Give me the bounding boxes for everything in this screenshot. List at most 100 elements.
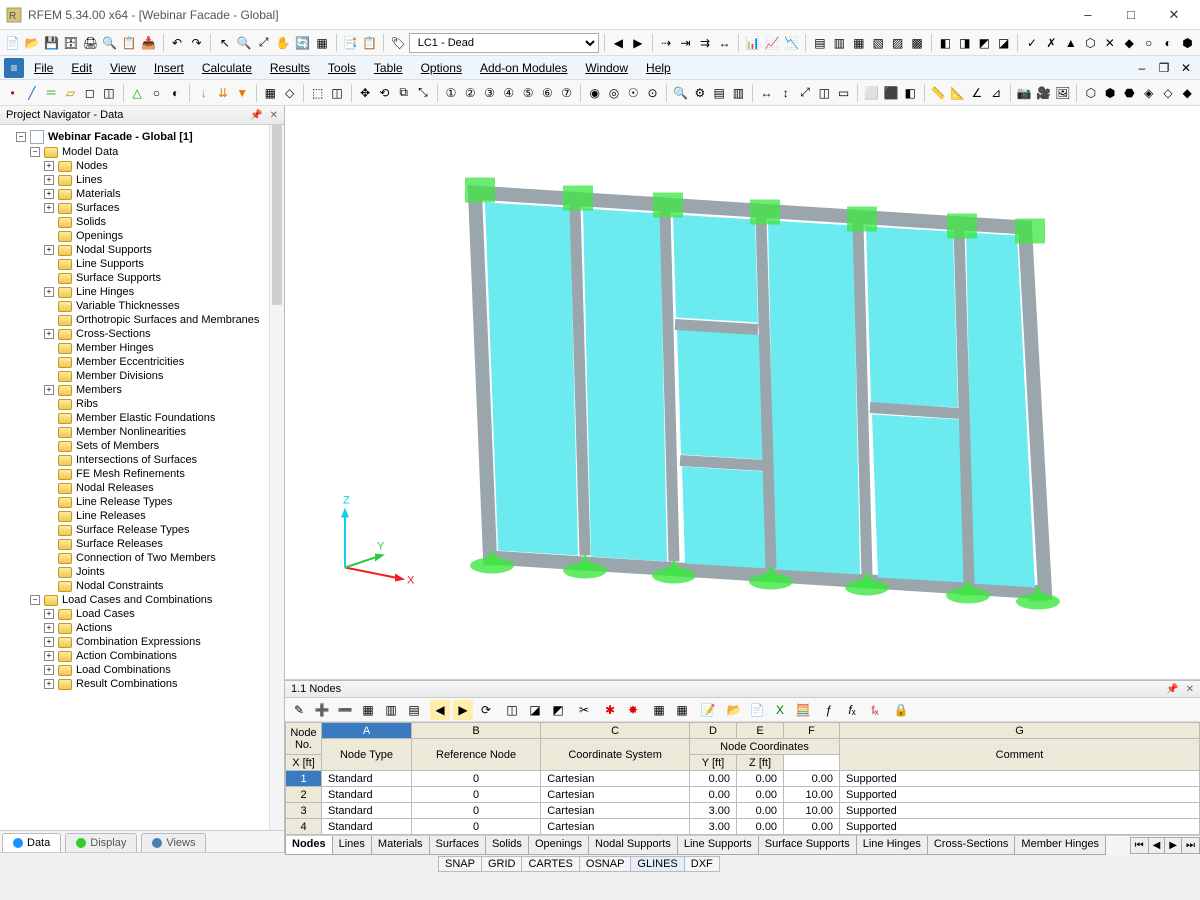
tree-item-label[interactable]: Lines	[76, 174, 102, 186]
module5-icon[interactable]: ▲	[1062, 33, 1079, 53]
twisty-icon[interactable]: +	[44, 175, 54, 185]
col5-icon[interactable]: ▨	[889, 33, 906, 53]
tree-item-label[interactable]: Surface Supports	[76, 272, 161, 284]
paste-icon[interactable]: 📥	[140, 33, 157, 53]
tbl-table-icon[interactable]: ▦	[358, 700, 378, 720]
meas1-icon[interactable]: 📏	[930, 83, 947, 103]
mdi-close-icon[interactable]: ✕	[1176, 58, 1196, 78]
module6-icon[interactable]: ⬡	[1082, 33, 1099, 53]
scrollbar-thumb[interactable]	[272, 125, 282, 305]
bottom-tab[interactable]: Line Supports	[677, 836, 759, 855]
open-icon[interactable]: 📂	[23, 33, 40, 53]
menu-insert[interactable]: Insert	[146, 59, 192, 77]
filter2-icon[interactable]: ⚙	[691, 83, 708, 103]
load-area-icon[interactable]: ▼	[234, 83, 251, 103]
prev-lc-icon[interactable]: ◀	[610, 33, 627, 53]
tree-item-label[interactable]: Surface Release Types	[76, 524, 190, 536]
twisty-icon[interactable]: +	[44, 385, 54, 395]
mdi-minimize-icon[interactable]: –	[1132, 58, 1152, 78]
twisty-icon[interactable]: −	[30, 147, 40, 157]
save-all-icon[interactable]: 🗄	[62, 33, 79, 53]
tbl-refresh-icon[interactable]: ⟳	[476, 700, 496, 720]
tree-item-label[interactable]: Ribs	[76, 398, 98, 410]
tree-item-label[interactable]: Nodal Constraints	[76, 580, 163, 592]
col1-icon[interactable]: ▤	[811, 33, 828, 53]
tbl-fx-icon[interactable]: fₓ	[842, 700, 862, 720]
tbl-calc-icon[interactable]: 🧮	[793, 700, 813, 720]
col-letter-c[interactable]: C	[541, 723, 690, 739]
tbl-star1-icon[interactable]: ✱	[600, 700, 620, 720]
tree-item-label[interactable]: Cross-Sections	[76, 328, 151, 340]
bottom-tab[interactable]: Surfaces	[429, 836, 486, 855]
col-letter-b[interactable]: B	[411, 723, 540, 739]
col-letter-e[interactable]: E	[737, 723, 784, 739]
misc4-icon[interactable]: ◈	[1140, 83, 1157, 103]
status-dxf[interactable]: DXF	[684, 856, 720, 872]
num-c-icon[interactable]: ③	[481, 83, 498, 103]
zoom-fit-icon[interactable]: ⤢	[255, 33, 272, 53]
status-cartes[interactable]: CARTES	[521, 856, 579, 872]
tbl-a-icon[interactable]: ◫	[502, 700, 522, 720]
rotate2-icon[interactable]: ⟲	[376, 83, 393, 103]
node-icon[interactable]: •	[4, 83, 21, 103]
misc2-icon[interactable]: ⬢	[1102, 83, 1119, 103]
num-b-icon[interactable]: ②	[462, 83, 479, 103]
module8-icon[interactable]: ◆	[1120, 33, 1137, 53]
twisty-icon[interactable]: +	[44, 623, 54, 633]
cam1-icon[interactable]: 📷	[1016, 83, 1033, 103]
zoom-window-icon[interactable]: 🔍	[236, 33, 253, 53]
navigator-tree[interactable]: −Webinar Facade - Global [1]−Model Data+…	[0, 125, 284, 830]
tree-item-label[interactable]: Openings	[76, 230, 123, 242]
bottom-tab[interactable]: Surface Supports	[758, 836, 857, 855]
close-button[interactable]: ✕	[1154, 1, 1194, 29]
support-icon[interactable]: △	[128, 83, 145, 103]
tree-item-label[interactable]: Intersections of Surfaces	[76, 454, 197, 466]
col-x[interactable]: X [ft]	[286, 755, 322, 771]
twisty-icon[interactable]: +	[44, 245, 54, 255]
vis1-icon[interactable]: ◉	[586, 83, 603, 103]
rotate-icon[interactable]: 🔄	[294, 33, 311, 53]
app-menu-icon[interactable]: ≡	[4, 58, 24, 78]
solid-icon[interactable]: ◫	[100, 83, 117, 103]
table-grid[interactable]: Node No. A B C D E F G Node Type Referen…	[285, 722, 1200, 835]
table-row[interactable]: 4Standard0Cartesian3.000.000.00Supported	[286, 819, 1200, 835]
mirror-icon[interactable]: ⧉	[395, 83, 412, 103]
tree-item-label[interactable]: Load Combinations	[76, 664, 171, 676]
surface-icon[interactable]: ▱	[62, 83, 79, 103]
tree-group-label[interactable]: Load Cases and Combinations	[62, 594, 212, 606]
filter3-icon[interactable]: ▤	[711, 83, 728, 103]
tbl-note-icon[interactable]: 📝	[698, 700, 718, 720]
menu-edit[interactable]: Edit	[63, 59, 100, 77]
bottom-tab[interactable]: Nodes	[285, 836, 333, 855]
tree-item-label[interactable]: Sets of Members	[76, 440, 159, 452]
col-refnode[interactable]: Reference Node	[411, 739, 540, 771]
cursor-icon[interactable]: ↖	[216, 33, 233, 53]
tbl-fx2-icon[interactable]: f̵ₓ	[865, 700, 885, 720]
tbl-exp1-icon[interactable]: 📂	[724, 700, 744, 720]
result-a-icon[interactable]: ⇢	[657, 33, 674, 53]
select2-icon[interactable]: ◫	[328, 83, 345, 103]
tree-item-label[interactable]: Member Hinges	[76, 342, 154, 354]
table-row[interactable]: 2Standard0Cartesian0.000.0010.00Supporte…	[286, 787, 1200, 803]
undo-icon[interactable]: ↶	[168, 33, 185, 53]
next-lc-icon[interactable]: ▶	[629, 33, 646, 53]
tbl-fn-icon[interactable]: ƒ	[819, 700, 839, 720]
dim5-icon[interactable]: ▭	[835, 83, 852, 103]
misc5-icon[interactable]: ◇	[1159, 83, 1176, 103]
opening-icon[interactable]: ◻	[81, 83, 98, 103]
minimize-button[interactable]: –	[1068, 1, 1108, 29]
bottom-tab[interactable]: Lines	[332, 836, 372, 855]
col-rowno[interactable]: Node No.	[286, 723, 322, 755]
twisty-icon[interactable]: +	[44, 609, 54, 619]
status-glines[interactable]: GLINES	[630, 856, 684, 872]
diag2-icon[interactable]: 📈	[763, 33, 780, 53]
col-comment[interactable]: Comment	[840, 739, 1200, 771]
dim2-icon[interactable]: ↕	[777, 83, 794, 103]
release-icon[interactable]: ◐	[167, 83, 184, 103]
loadcase-combo[interactable]: LC1 - Dead	[409, 33, 599, 53]
render3-icon[interactable]: ◧	[902, 83, 919, 103]
tree-item-label[interactable]: Materials	[76, 188, 121, 200]
col4-icon[interactable]: ▧	[870, 33, 887, 53]
menu-help[interactable]: Help	[638, 59, 679, 77]
vis4-icon[interactable]: ⊙	[644, 83, 661, 103]
